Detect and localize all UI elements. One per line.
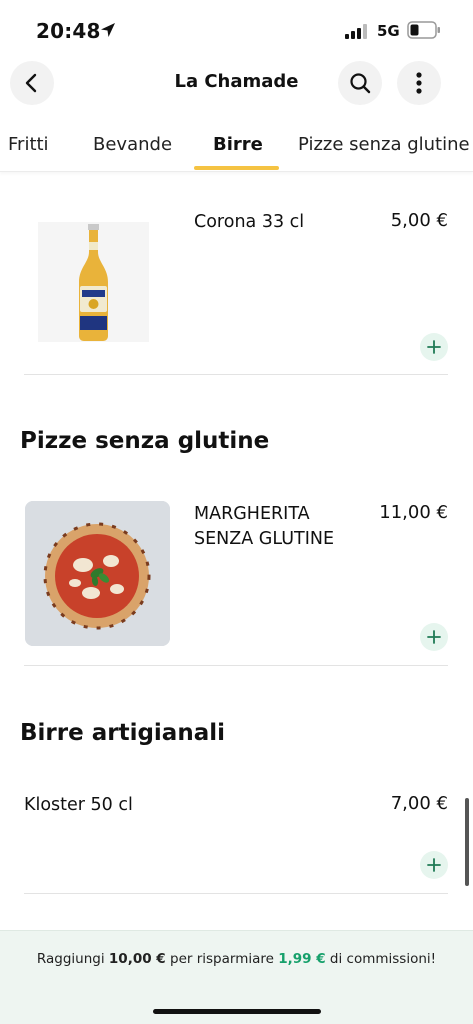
banner-suffix: di commissioni!: [325, 951, 437, 967]
scrollbar[interactable]: [465, 798, 469, 886]
divider: [24, 893, 448, 894]
status-bar: 20:48 5G: [0, 0, 473, 58]
category-tabs: Fritti Bevande Birre Pizze senza glutine: [0, 122, 473, 172]
plus-icon: [427, 340, 441, 354]
banner-middle: per risparmiare: [165, 951, 279, 967]
search-icon: [350, 73, 371, 94]
signal-icon: [345, 24, 367, 39]
search-button[interactable]: [338, 61, 382, 105]
item-name: Corona 33 cl: [194, 212, 305, 232]
item-price: 11,00 €: [379, 502, 448, 523]
add-to-cart-button[interactable]: [420, 333, 448, 361]
network-label: 5G: [377, 22, 400, 40]
section-title-pizze-senza-glutine: Pizze senza glutine: [20, 428, 270, 454]
item-price: 7,00 €: [390, 793, 448, 814]
header: La Chamade: [0, 58, 473, 114]
banner-message: Raggiungi 10,00 € per risparmiare 1,99 €…: [0, 951, 473, 967]
tab-pizze-senza-glutine[interactable]: Pizze senza glutine: [298, 134, 470, 155]
margherita-pizza-image: [25, 501, 170, 646]
more-vertical-icon: [416, 72, 422, 94]
savings-banner: Raggiungi 10,00 € per risparmiare 1,99 €…: [0, 930, 473, 1024]
divider: [24, 374, 448, 375]
item-name: Kloster 50 cl: [24, 795, 133, 815]
divider: [24, 665, 448, 666]
tab-birre[interactable]: Birre: [213, 134, 263, 155]
more-options-button[interactable]: [397, 61, 441, 105]
banner-savings: 1,99 €: [278, 951, 326, 967]
section-title-birre-artigianali: Birre artigianali: [20, 720, 225, 746]
item-name-line1: MARGHERITA: [194, 504, 310, 524]
location-arrow-icon: [101, 23, 115, 37]
item-price: 5,00 €: [390, 210, 448, 231]
battery-icon: [407, 21, 440, 39]
banner-prefix: Raggiungi: [36, 951, 109, 967]
status-time: 20:48: [36, 19, 101, 43]
home-indicator[interactable]: [153, 1009, 321, 1014]
add-to-cart-button[interactable]: [420, 851, 448, 879]
plus-icon: [427, 858, 441, 872]
corona-bottle-image: [38, 222, 149, 342]
tab-fritti[interactable]: Fritti: [8, 134, 49, 155]
add-to-cart-button[interactable]: [420, 623, 448, 651]
plus-icon: [427, 630, 441, 644]
tab-bevande[interactable]: Bevande: [93, 134, 172, 155]
item-name-line2: SENZA GLUTINE: [194, 529, 335, 549]
banner-amount: 10,00 €: [108, 951, 166, 967]
active-tab-indicator: [194, 166, 279, 170]
